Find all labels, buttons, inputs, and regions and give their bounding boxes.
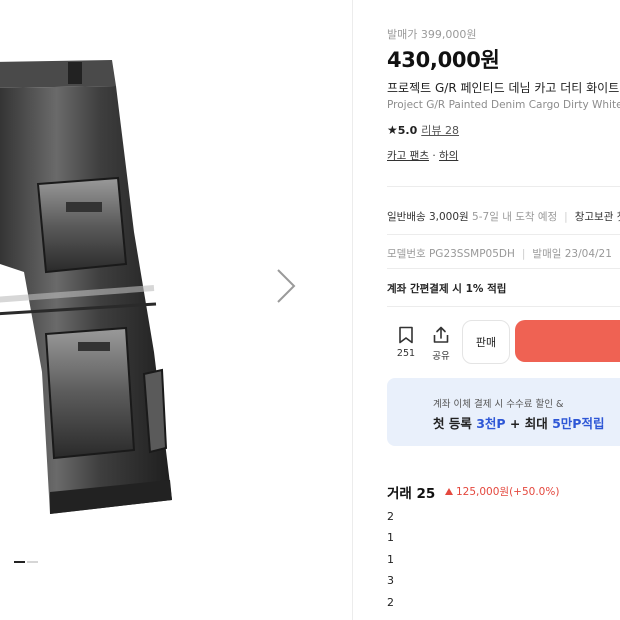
product-gallery [0,0,352,620]
promo-banner[interactable]: 계좌 이체 결제 시 수수료 할인 & 첫 등록 3천P + 최대 5만P적립 [387,378,620,446]
buy-button[interactable] [515,320,620,362]
bookmark-icon [399,326,413,344]
triangle-up-icon [445,488,453,495]
gallery-dot[interactable] [27,561,38,563]
separator: | [521,248,526,260]
trade-quantity: 1 [387,531,394,544]
category-link-secondary[interactable]: 하의 [439,150,458,162]
gallery-dot-active[interactable] [14,561,25,563]
promo-headline: 첫 등록 3천P + 최대 5만P적립 [433,413,604,432]
trade-quantity: 2 [387,596,394,609]
separator: | [564,211,568,223]
shipping-row: 일반배송 3,000원 5-7일 내 도착 예정 | 창고보관 첫 [387,209,620,224]
trade-price-change: 125,000원(+50.0%) [445,484,559,499]
promo-text: 첫 등록 [433,416,477,431]
trade-quantity: 2 [387,510,394,523]
divider [387,186,620,187]
share-label: 공유 [432,351,450,362]
review-link[interactable]: 리뷰 28 [421,124,459,137]
model-number: 모델번호 PG23SSMP05DH [387,248,515,260]
trade-count-title: 거래 25 [387,486,436,502]
divider [387,306,620,307]
category-row: 카고 팬츠 · 하의 [387,148,458,163]
product-info-panel: 발매가 399,000원 430,000원 프로젝트 G/R 페인티드 데님 카… [353,0,620,620]
model-info-row: 모델번호 PG23SSMP05DH | 발매일 23/04/21 [387,246,612,261]
product-name-english: Project G/R Painted Denim Cargo Dirty Wh… [387,99,620,111]
current-price: 430,000원 [387,48,500,72]
promo-highlight: 3천P [476,416,506,431]
product-image [0,60,172,514]
divider [387,268,620,269]
share-button[interactable]: 공유 [426,326,456,362]
product-name-korean: 프로젝트 G/R 페인티드 데님 카고 더티 화이트 [387,81,620,95]
shipping-fee: 일반배송 3,000원 [387,211,469,223]
promo-highlight: 5만P적립 [552,416,605,431]
category-separator: · [432,150,436,162]
trade-quantity: 3 [387,574,394,587]
trade-quantity: 1 [387,553,394,566]
sell-button-label: 판매 [475,336,497,349]
price-change-value: 125,000원(+50.0%) [456,486,560,498]
rating-score: 5.0 [397,124,418,137]
promo-subtext: 계좌 이체 결제 시 수수료 할인 & [433,399,564,410]
chevron-right-icon[interactable] [272,266,300,306]
payment-note: 계좌 간편결제 시 1% 적립 [387,283,507,295]
divider [387,234,620,235]
share-icon [433,326,449,343]
category-link-primary[interactable]: 카고 팬츠 [387,150,429,162]
bookmark-count: 251 [396,348,416,359]
shipping-eta: 5-7일 내 도착 예정 [472,211,558,223]
rating-row: ★5.0 리뷰 28 [387,122,459,138]
bookmark-button[interactable]: 251 [391,326,421,359]
promo-text: + 최대 [505,416,553,431]
release-date: 발매일 23/04/21 [532,248,612,260]
gallery-dots [14,561,40,580]
star-icon: ★ [387,123,398,137]
release-price-label: 발매가 399,000원 [387,28,477,41]
sell-button[interactable]: 판매 [462,320,510,364]
warehouse-option[interactable]: 창고보관 첫 [575,211,620,223]
